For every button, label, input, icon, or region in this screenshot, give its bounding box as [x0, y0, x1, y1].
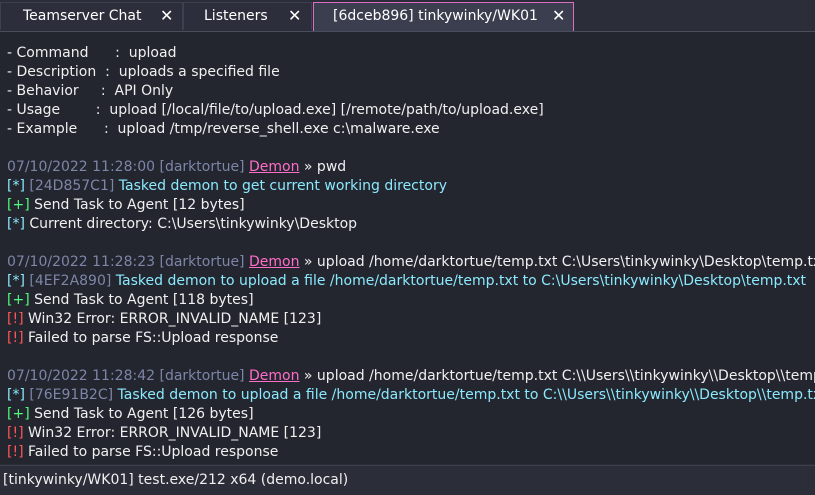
command-header: 07/10/2022 11:28:23 [darktortue] Demon »… — [7, 253, 815, 272]
log-text: Win32 Error: ERROR_INVALID_NAME [123] — [23, 425, 322, 441]
tab-agent-session[interactable]: [6dceb896] tinkywinky/WK01 ✕ — [313, 2, 574, 31]
log-line: [!] Win32 Error: ERROR_INVALID_NAME [123… — [7, 424, 321, 443]
log-text: Send Task to Agent [118 bytes] — [29, 292, 254, 308]
operator: [darktortue] — [159, 254, 245, 270]
tab-bar: Teamserver Chat ✕ Listeners ✕ [6dceb896]… — [0, 0, 815, 32]
help-usage: - Usage : upload [/local/file/to/upload.… — [7, 102, 544, 118]
task-id: [24D857C1] — [29, 178, 115, 194]
info-tag: [*] — [7, 273, 25, 289]
info-tag: [*] — [7, 387, 25, 403]
log-text: Send Task to Agent [12 bytes] — [29, 197, 245, 213]
operator: [darktortue] — [159, 159, 245, 175]
log-text: Tasked demon to get current working dire… — [114, 178, 447, 194]
tab-teamserver-chat[interactable]: Teamserver Chat ✕ — [0, 2, 183, 30]
help-example: - Example : upload /tmp/reverse_shell.ex… — [7, 121, 440, 137]
log-line: [*] Current directory: C:\Users\tinkywin… — [7, 215, 357, 234]
log-line: [+] Send Task to Agent [12 bytes] — [7, 196, 245, 215]
agent-link[interactable]: Demon — [249, 159, 299, 175]
info-tag: [*] — [7, 178, 25, 194]
ok-tag: [+] — [7, 406, 30, 422]
log-line: [*] [24D857C1] Tasked demon to get curre… — [7, 177, 447, 196]
tab-label: Teamserver Chat — [23, 8, 142, 24]
ok-tag: [+] — [7, 292, 30, 308]
log-line: [!] Failed to parse FS::Upload response — [7, 329, 278, 348]
log-text: Current directory: C:\Users\tinkywinky\D… — [24, 216, 358, 232]
log-line: [!] Failed to parse FS::Upload response — [7, 443, 278, 462]
log-text: Tasked demon to upload a file /home/dark… — [111, 273, 807, 289]
timestamp: 07/10/2022 11:28:42 — [7, 368, 156, 384]
error-tag: [!] — [7, 444, 24, 460]
help-command: - Command : upload — [7, 45, 177, 61]
agent-link[interactable]: Demon — [249, 368, 299, 384]
tab-label: [6dceb896] tinkywinky/WK01 — [333, 8, 538, 24]
tab-listeners[interactable]: Listeners ✕ — [183, 2, 312, 30]
command-text: » pwd — [299, 159, 347, 175]
log-line: [!] Win32 Error: ERROR_INVALID_NAME [123… — [7, 310, 321, 329]
log-text: Failed to parse FS::Upload response — [23, 330, 279, 346]
status-bar: [tinkywinky/WK01] test.exe/212 x64 (demo… — [0, 465, 815, 495]
log-text: Send Task to Agent [126 bytes] — [29, 406, 254, 422]
command-text: » upload /home/darktortue/temp.txt C:\\U… — [299, 368, 815, 384]
info-tag: [*] — [7, 216, 25, 232]
close-icon[interactable]: ✕ — [160, 6, 173, 25]
log-line: [*] [4EF2A890] Tasked demon to upload a … — [7, 272, 806, 291]
timestamp: 07/10/2022 11:28:00 — [7, 159, 156, 175]
task-id: [4EF2A890] — [29, 273, 112, 289]
help-behavior: - Behavior : API Only — [7, 83, 174, 99]
log-text: Win32 Error: ERROR_INVALID_NAME [123] — [23, 311, 322, 327]
log-text: Failed to parse FS::Upload response — [23, 444, 279, 460]
close-icon[interactable]: ✕ — [552, 6, 565, 25]
agent-link[interactable]: Demon — [249, 254, 299, 270]
console-output[interactable]: - Command : upload - Description : uploa… — [0, 32, 815, 464]
command-text: » upload /home/darktortue/temp.txt C:\Us… — [299, 254, 815, 270]
error-tag: [!] — [7, 425, 24, 441]
log-text: Tasked demon to upload a file /home/dark… — [113, 387, 815, 403]
tab-label: Listeners — [204, 8, 268, 24]
close-icon[interactable]: ✕ — [288, 6, 301, 25]
help-description: - Description : uploads a specified file — [7, 64, 280, 80]
operator: [darktortue] — [159, 368, 245, 384]
timestamp: 07/10/2022 11:28:23 — [7, 254, 156, 270]
command-header: 07/10/2022 11:28:00 [darktortue] Demon »… — [7, 158, 346, 177]
log-line: [+] Send Task to Agent [126 bytes] — [7, 405, 254, 424]
ok-tag: [+] — [7, 197, 30, 213]
error-tag: [!] — [7, 330, 24, 346]
session-status: [tinkywinky/WK01] test.exe/212 x64 (demo… — [3, 472, 349, 488]
log-line: [+] Send Task to Agent [118 bytes] — [7, 291, 254, 310]
log-line: [*] [76E91B2C] Tasked demon to upload a … — [7, 386, 815, 405]
task-id: [76E91B2C] — [29, 387, 114, 403]
error-tag: [!] — [7, 311, 24, 327]
command-header: 07/10/2022 11:28:42 [darktortue] Demon »… — [7, 367, 815, 386]
